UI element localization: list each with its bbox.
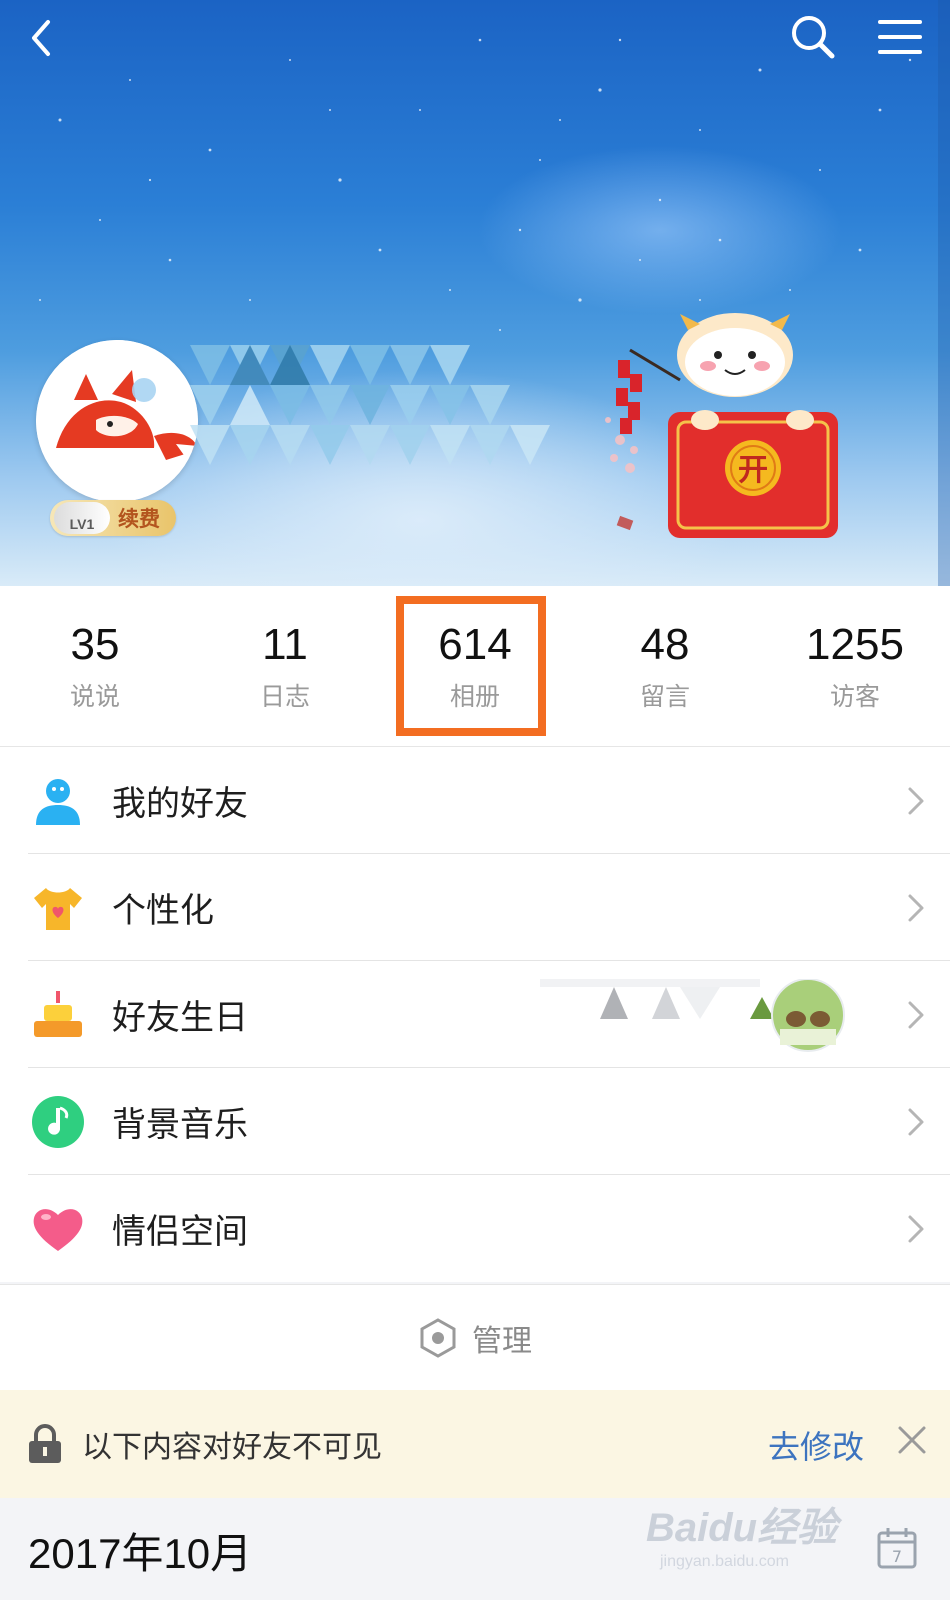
fox-avatar-image [36, 340, 198, 502]
heart-icon [30, 1201, 86, 1257]
stat-messages[interactable]: 48 留言 [570, 586, 760, 746]
stats-bar: 35 说说 11 日志 614 相册 48 留言 1255 访客 [0, 586, 950, 747]
red-envelope-mascot[interactable]: 开 [600, 300, 870, 560]
stat-albums[interactable]: 614 相册 [380, 586, 570, 746]
lock-icon [29, 1424, 61, 1463]
menu-item-label: 情侣空间 [112, 1212, 248, 1252]
chevron-right-icon [904, 997, 928, 1033]
renew-label: 续费 [118, 507, 160, 531]
cow-red-envelope-image: 开 [605, 313, 838, 538]
menu-item-birthdays[interactable]: 好友生日 [0, 961, 950, 1068]
menu-item-personalize[interactable]: 个性化 [0, 854, 950, 961]
friend-avatar-thumbnails [540, 978, 845, 1052]
timeline-date-row: 2017年10月 7 [0, 1498, 950, 1600]
menu-item-music[interactable]: 背景音乐 [0, 1068, 950, 1175]
back-button[interactable] [14, 8, 70, 64]
cake-icon [30, 987, 86, 1043]
hexagon-settings-icon [418, 1318, 458, 1358]
chevron-right-icon [904, 783, 928, 819]
menu-button[interactable] [872, 8, 928, 64]
stat-value: 48 [640, 620, 690, 669]
stat-value: 1255 [806, 620, 904, 669]
stat-posts[interactable]: 35 说说 [0, 586, 190, 746]
calendar-icon[interactable]: 7 [876, 1526, 918, 1570]
menu-item-couple-space[interactable]: 情侣空间 [0, 1175, 950, 1282]
timeline-date: 2017年10月 [28, 1530, 253, 1577]
svg-text:7: 7 [892, 1547, 902, 1566]
back-arrow-icon [32, 20, 50, 56]
manage-label: 管理 [472, 1324, 532, 1359]
menu-item-label: 个性化 [112, 891, 214, 931]
pixelated-nickname [190, 345, 550, 495]
tshirt-icon [30, 880, 86, 936]
stat-value: 35 [70, 620, 120, 669]
stat-blogs[interactable]: 11 日志 [190, 586, 380, 746]
music-icon [30, 1094, 86, 1150]
notice-text: 以下内容对好友不可见 [82, 1430, 382, 1465]
privacy-notice-bar: 以下内容对好友不可见 去修改 [0, 1390, 950, 1498]
stat-label: 说说 [69, 682, 120, 711]
friend-icon [30, 773, 86, 829]
close-icon[interactable] [892, 1420, 932, 1460]
stat-label: 日志 [259, 682, 310, 711]
menu-item-label: 背景音乐 [112, 1105, 248, 1145]
search-button[interactable] [784, 8, 840, 64]
stat-value: 11 [262, 620, 308, 669]
stat-label: 相册 [449, 682, 500, 711]
menu-item-friends[interactable]: 我的好友 [0, 747, 950, 854]
stat-value: 614 [438, 620, 512, 669]
profile-menu: 我的好友 个性化 好友生日 背景音乐 情侣空间 [0, 747, 950, 1282]
chevron-right-icon [904, 1104, 928, 1140]
search-icon [792, 16, 835, 59]
modify-link[interactable]: 去修改 [768, 1422, 864, 1468]
menu-item-label: 我的好友 [112, 784, 248, 824]
vip-level-badge[interactable]: LV1 续费 [50, 500, 176, 536]
chevron-right-icon [904, 1211, 928, 1247]
stat-label: 留言 [639, 682, 690, 711]
manage-button[interactable]: 管理 [0, 1284, 950, 1391]
open-badge-label: 开 [738, 453, 768, 488]
profile-header: LV1 续费 开 [0, 0, 950, 586]
level-label: LV1 [54, 502, 110, 534]
stat-visitors[interactable]: 1255 访客 [760, 586, 950, 746]
birthday-friend-avatars [540, 978, 870, 1054]
mosaic-blur-image [190, 345, 550, 465]
menu-item-label: 好友生日 [112, 998, 248, 1038]
avatar[interactable] [36, 340, 198, 502]
chevron-right-icon [904, 890, 928, 926]
stat-label: 访客 [829, 682, 880, 711]
hamburger-icon [878, 20, 922, 54]
